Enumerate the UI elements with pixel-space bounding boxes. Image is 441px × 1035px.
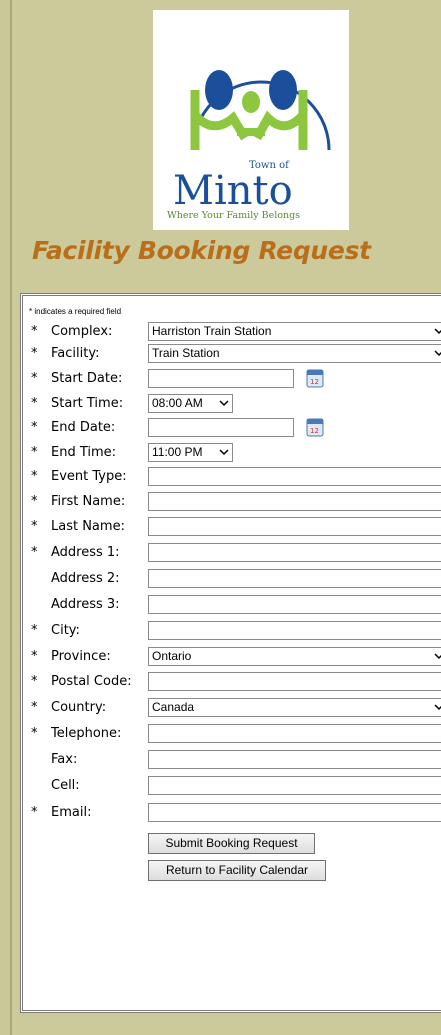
town-logo: Town of Minto Where Your Family Belongs	[153, 10, 349, 230]
complex-select[interactable]: Harriston Train Station	[148, 322, 441, 341]
end-time-select[interactable]: 11:00 PM	[148, 443, 233, 462]
calendar-icon[interactable]: 12	[306, 417, 324, 437]
svg-text:12: 12	[310, 378, 319, 386]
page-title: Facility Booking Request	[32, 236, 371, 265]
start-time-row: * Start Time: 08:00 AM	[23, 393, 441, 415]
required-marker: *	[31, 346, 38, 361]
last-name-input[interactable]	[148, 517, 441, 536]
required-marker: *	[31, 649, 38, 664]
facility-label: Facility:	[51, 346, 100, 361]
address1-label: Address 1:	[51, 545, 120, 560]
return-to-calendar-button[interactable]: Return to Facility Calendar	[148, 860, 326, 881]
required-marker: *	[31, 700, 38, 715]
email-input[interactable]	[148, 803, 441, 822]
required-marker: *	[31, 623, 38, 638]
required-marker: *	[31, 371, 38, 386]
postal-code-input[interactable]	[148, 672, 441, 691]
chevron-down-icon	[434, 704, 441, 711]
city-row: * City:	[23, 620, 441, 642]
start-date-label: Start Date:	[51, 371, 123, 386]
required-marker: *	[31, 519, 38, 534]
address2-row: Address 2:	[23, 568, 441, 590]
submit-booking-button[interactable]: Submit Booking Request	[148, 833, 315, 854]
required-marker: *	[31, 324, 38, 339]
province-select[interactable]: Ontario	[148, 647, 441, 666]
telephone-input[interactable]	[148, 724, 441, 743]
address3-label: Address 3:	[51, 597, 120, 612]
first-name-row: * First Name:	[23, 491, 441, 513]
province-label: Province:	[51, 649, 111, 664]
chevron-down-icon	[434, 653, 441, 660]
fax-input[interactable]	[148, 750, 441, 769]
required-marker: *	[31, 469, 38, 484]
complex-row: * Complex: Harriston Train Station	[23, 321, 441, 343]
telephone-row: * Telephone:	[23, 723, 441, 745]
end-date-input[interactable]	[148, 418, 294, 437]
end-time-row: * End Time: 11:00 PM	[23, 442, 441, 464]
start-time-label: Start Time:	[51, 396, 124, 411]
required-marker: *	[31, 494, 38, 509]
required-marker: *	[31, 420, 38, 435]
required-marker: *	[31, 545, 38, 560]
calendar-icon[interactable]: 12	[306, 368, 324, 388]
required-marker: *	[31, 445, 38, 460]
minto-logo-graphic: Town of Minto Where Your Family Belongs	[167, 70, 331, 221]
facility-select[interactable]: Train Station	[148, 344, 441, 363]
required-marker: *	[31, 805, 38, 820]
event-type-label: Event Type:	[51, 469, 127, 484]
address1-row: * Address 1:	[23, 542, 441, 564]
first-name-input[interactable]	[148, 492, 441, 511]
chevron-down-icon	[219, 400, 229, 407]
country-row: * Country: Canada	[23, 697, 441, 719]
svg-text:Where Your Family Belongs: Where Your Family Belongs	[167, 210, 300, 221]
cell-input[interactable]	[148, 776, 441, 795]
start-date-row: * Start Date: 12	[23, 368, 441, 390]
postal-code-row: * Postal Code:	[23, 671, 441, 693]
cell-row: Cell:	[23, 775, 441, 797]
address3-row: Address 3:	[23, 594, 441, 616]
required-marker: *	[31, 674, 38, 689]
last-name-label: Last Name:	[51, 519, 125, 534]
chevron-down-icon	[434, 350, 441, 357]
start-date-input[interactable]	[148, 369, 294, 388]
svg-text:Minto: Minto	[173, 168, 293, 214]
postal-code-label: Postal Code:	[51, 674, 132, 689]
cell-label: Cell:	[51, 778, 80, 793]
event-type-row: * Event Type:	[23, 466, 441, 488]
required-field-note: * indicates a required field	[29, 307, 122, 316]
last-name-row: * Last Name:	[23, 516, 441, 538]
email-row: * Email:	[23, 802, 441, 824]
end-time-label: End Time:	[51, 445, 117, 460]
address2-label: Address 2:	[51, 571, 120, 586]
chevron-down-icon	[434, 328, 441, 335]
first-name-label: First Name:	[51, 494, 126, 509]
event-type-input[interactable]	[148, 467, 441, 486]
end-date-row: * End Date: 12	[23, 417, 441, 439]
fax-row: Fax:	[23, 749, 441, 771]
country-label: Country:	[51, 700, 107, 715]
booking-form: * indicates a required field * Complex: …	[20, 293, 441, 1013]
start-time-select[interactable]: 08:00 AM	[148, 394, 233, 413]
address2-input[interactable]	[148, 569, 441, 588]
telephone-label: Telephone:	[51, 726, 122, 741]
svg-text:12: 12	[310, 427, 319, 435]
chevron-down-icon	[219, 449, 229, 456]
country-select[interactable]: Canada	[148, 698, 441, 717]
address3-input[interactable]	[148, 595, 441, 614]
facility-row: * Facility: Train Station	[23, 343, 441, 365]
email-label: Email:	[51, 805, 92, 820]
required-marker: *	[31, 396, 38, 411]
province-row: * Province: Ontario	[23, 646, 441, 668]
city-input[interactable]	[148, 621, 441, 640]
fax-label: Fax:	[51, 752, 78, 767]
address1-input[interactable]	[148, 543, 441, 562]
required-marker: *	[31, 726, 38, 741]
complex-label: Complex:	[51, 324, 113, 339]
end-date-label: End Date:	[51, 420, 116, 435]
city-label: City:	[51, 623, 80, 638]
